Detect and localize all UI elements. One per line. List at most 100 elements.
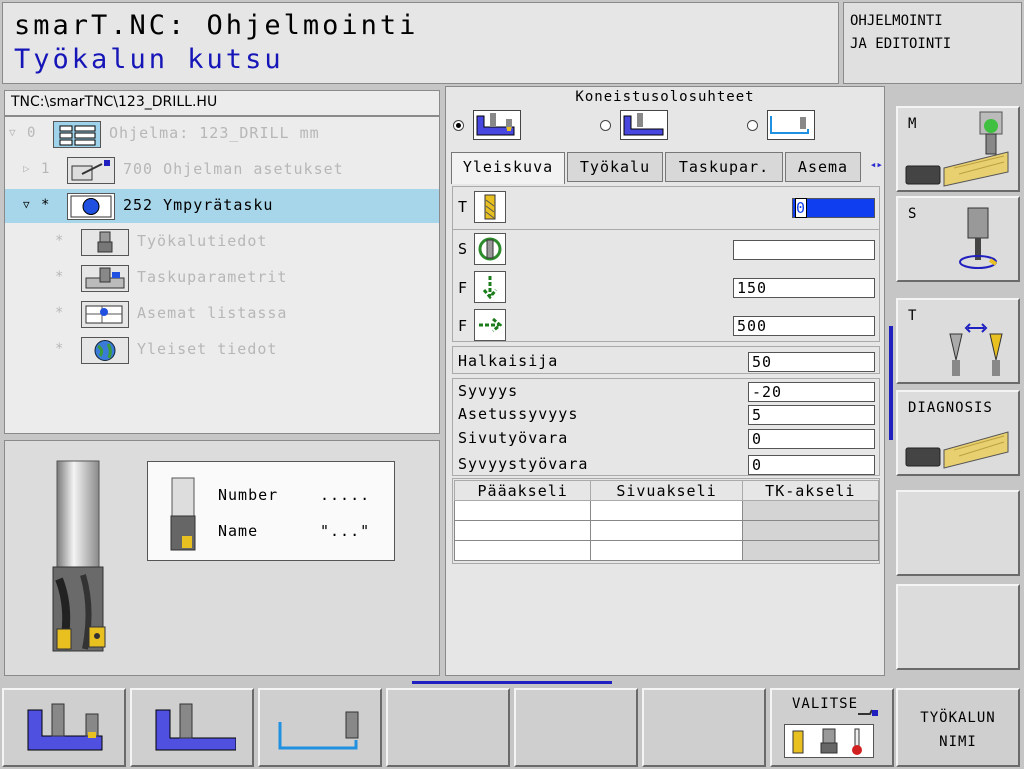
machining-condition-2-icon[interactable] [620,110,668,140]
divider [452,229,880,230]
positions-icon [81,301,129,328]
grid-cell[interactable] [590,520,743,541]
diameter-input[interactable]: 50 [748,352,875,372]
tree-row-general[interactable]: * Yleiset tiedot [5,333,439,367]
side-allowance-label: Sivutyövara [458,429,569,447]
milling-tool-icon [52,460,106,652]
tree-row-pocket-parameters[interactable]: * Taskuparametrit [5,261,439,295]
diameter-label: Halkaisija [458,352,559,370]
softkey-condition-3[interactable] [258,688,382,767]
grid-cell[interactable] [590,540,743,561]
tool-data-icon [81,229,129,256]
plunging-depth-label: Asetussyvyys [458,405,579,423]
depth-allowance-label: Syvyystyövara [458,455,589,473]
spindle-icon [959,207,998,269]
expand-icon[interactable]: ▽ [23,198,30,211]
tree-row-number: * [55,269,64,285]
tab-scroll-arrows-icon[interactable]: ◂▸ [870,158,883,171]
tool-name-line2: NIMI [939,734,977,750]
tool-select-icon [792,728,862,755]
softkey-diagnosis-label: DIAGNOSIS [908,400,993,416]
tree-row-program[interactable]: ▽ 0 Ohjelma: 123_DRILL mm [5,117,439,151]
grid-cell[interactable] [453,520,592,541]
spindle-speed-input[interactable] [733,240,875,260]
tool-name-value: "..." [320,522,371,540]
tree-row-number: 1 [41,161,50,177]
scrollbar[interactable] [889,326,893,440]
tree-row-label: Asemat listassa [137,304,288,322]
plunging-depth-input[interactable]: 5 [748,405,875,425]
tab-position[interactable]: Asema [785,152,861,182]
grid-cell[interactable] [590,500,743,521]
mode-label-line1: OHJELMOINTI [850,13,943,29]
softkey-t-label: T [908,308,918,324]
tool-thumbnail-icon [170,477,196,551]
grid-header-main-axis: Pääakseli [453,480,592,501]
tree-row-circular-pocket[interactable]: ▽ * 252 Ympyrätasku [5,189,439,223]
milling-feed-icon [474,309,506,341]
collapse-arrow-icon[interactable]: ▷ [23,162,30,175]
machining-conditions-title: Koneistusolosuhteet [575,89,755,105]
table-row [453,540,880,561]
tree-row-label: Työkalutiedot [137,232,268,250]
s-label: S [458,240,469,258]
mode-label: OHJELMOINTI JA EDITOINTI [850,10,1010,56]
side-allowance-input[interactable]: 0 [748,429,875,449]
softkey-s-label: S [908,206,918,222]
machining-condition-1-icon[interactable] [473,110,521,140]
tool-number-input[interactable]: 0 [792,198,875,218]
tree-row-label: Taskuparametrit [137,268,288,286]
depth-input[interactable]: -20 [748,382,875,402]
tree-row-label: Yleiset tiedot [137,340,278,358]
tab-pocket-parameters[interactable]: Taskupar. [665,152,783,182]
program-icon [53,121,101,148]
tree-row-positions[interactable]: * Asemat listassa [5,297,439,331]
spindle-speed-icon [474,233,506,265]
tree-row-label: 700 Ohjelman asetukset [123,160,344,178]
tree-row-number: * [55,233,64,249]
softkey-condition-1[interactable] [2,688,126,767]
tab-tool[interactable]: Työkalu [567,152,663,182]
expand-icon[interactable]: ▽ [9,126,16,139]
tree-row-tool-data[interactable]: * Työkalutiedot [5,225,439,259]
condition-radio-2[interactable] [600,120,611,131]
tool-name-label: TYÖKALUN NIMI [898,706,1018,754]
f-plunge-label: F [458,279,469,297]
tool-number-label: Number [218,486,279,504]
tool-number-icon [474,191,506,223]
softkey-m[interactable]: M [896,106,1020,192]
softkey-t[interactable]: T [896,298,1020,384]
tab-bar: Yleiskuva Työkalu Taskupar. Asema ◂▸ [451,152,883,184]
machining-condition-2-icon [155,703,236,751]
machining-condition-3-icon[interactable] [767,110,815,140]
program-settings-icon [67,157,115,184]
grid-cell [741,540,880,561]
softkey-empty-5[interactable] [642,688,766,767]
tree-row-settings[interactable]: ▷ 1 700 Ohjelman asetukset [5,153,439,187]
condition-radio-1[interactable] [453,120,464,131]
pocket-parameters-icon [81,265,129,292]
table-row [453,520,880,541]
grid-header-minor-axis: Sivuakseli [590,480,743,501]
condition-radio-3[interactable] [747,120,758,131]
milling-feed-input[interactable]: 500 [733,316,875,336]
grid-cell [741,520,880,541]
tab-overview[interactable]: Yleiskuva [451,152,565,184]
grid-cell[interactable] [453,500,592,521]
softkey-empty-4[interactable] [514,688,638,767]
softkey-condition-2[interactable] [130,688,254,767]
plunge-feed-input[interactable]: 150 [733,278,875,298]
globe-icon [81,337,129,364]
grid-header-tool-axis: TK-akseli [741,480,880,501]
grid-cell[interactable] [453,540,592,561]
softkey-diagnosis[interactable]: DIAGNOSIS [896,390,1020,476]
softkey-empty-3[interactable] [386,688,510,767]
softkey-empty-1[interactable] [896,490,1020,576]
softkey-empty-2[interactable] [896,584,1020,670]
machining-condition-1-icon [27,703,103,751]
softkey-page-indicator [412,681,612,684]
softkey-tool-name[interactable]: TYÖKALUN NIMI [896,688,1020,767]
depth-allowance-input[interactable]: 0 [748,455,875,475]
softkey-select[interactable]: VALITSE [770,688,894,767]
softkey-s[interactable]: S [896,196,1020,282]
